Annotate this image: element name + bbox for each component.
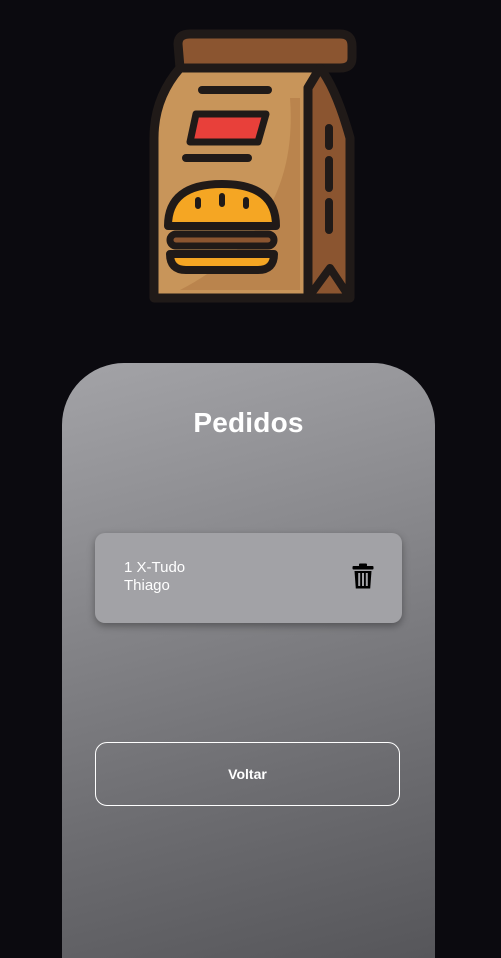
orders-panel: Pedidos 1 X-Tudo Thiago Voltar bbox=[62, 363, 435, 958]
burger-takeout-bag-icon bbox=[149, 29, 357, 303]
order-card: 1 X-Tudo Thiago bbox=[95, 533, 402, 623]
page-title: Pedidos bbox=[193, 407, 304, 438]
back-button[interactable]: Voltar bbox=[95, 742, 400, 806]
order-item: 1 X-Tudo bbox=[124, 559, 186, 576]
trash-icon[interactable] bbox=[352, 563, 374, 589]
order-customer: Thiago bbox=[124, 577, 170, 594]
order-details: 1 X-Tudo Thiago bbox=[124, 559, 185, 595]
orders-page: Pedidos 1 X-Tudo Thiago Voltar bbox=[0, 0, 501, 958]
